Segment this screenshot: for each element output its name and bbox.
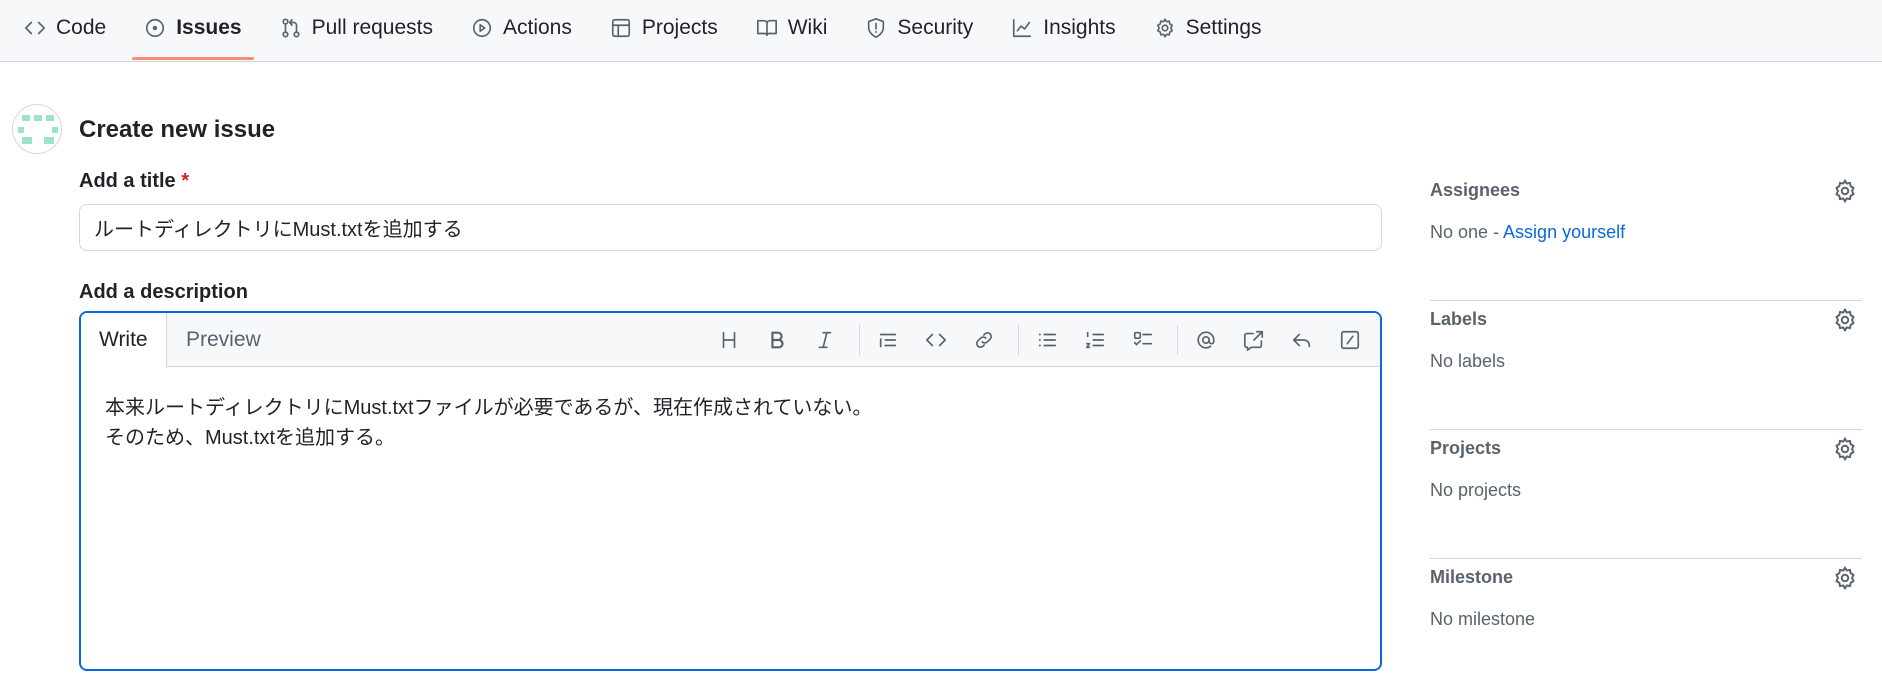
tab-label: Projects xyxy=(641,16,718,39)
tab-security[interactable]: Security xyxy=(853,0,985,56)
reply-icon xyxy=(1292,333,1311,348)
projects-title: Projects xyxy=(1430,438,1502,458)
list-unordered-icon xyxy=(1038,333,1057,347)
identicon-avatar-icon xyxy=(18,115,58,144)
play-icon xyxy=(472,18,492,38)
title-input[interactable] xyxy=(79,204,1382,251)
toolbar-divider xyxy=(1018,325,1019,355)
projects-value: No projects xyxy=(1430,480,1522,500)
assignees-settings-button[interactable] xyxy=(1832,178,1862,208)
assign-yourself-link[interactable]: Assign yourself xyxy=(1503,222,1625,242)
gear-icon xyxy=(1835,307,1855,333)
milestone-title: Milestone xyxy=(1430,567,1514,587)
link-button[interactable] xyxy=(964,321,1004,359)
cross-reference-icon xyxy=(1244,330,1264,351)
heading-icon xyxy=(722,331,736,349)
list-ordered-icon xyxy=(1085,331,1105,349)
title-label-text: Add a title xyxy=(79,170,176,192)
projects-settings-button[interactable] xyxy=(1832,436,1862,466)
quote-icon xyxy=(879,333,897,348)
italic-icon xyxy=(818,331,832,349)
tab-insights[interactable]: Insights xyxy=(999,0,1127,56)
table-icon xyxy=(611,18,630,38)
tab-label: Security xyxy=(897,16,974,39)
assignees-value: No one - Assign yourself xyxy=(1430,222,1625,243)
description-textarea[interactable]: 本来ルートディレクトリにMust.txtファイルが必要であるが、現在作成されてい… xyxy=(81,367,1380,667)
tab-code[interactable]: Code xyxy=(12,0,118,56)
avatar[interactable] xyxy=(12,104,62,154)
task-list-button[interactable] xyxy=(1123,321,1163,359)
saved-reply-button[interactable] xyxy=(1282,321,1322,359)
labels-section: Labels No labels xyxy=(1430,301,1862,430)
milestone-settings-button[interactable] xyxy=(1832,565,1862,595)
labels-title: Labels xyxy=(1430,309,1488,329)
repo-nav: Code Issues Pull requests Actions Projec… xyxy=(0,0,1882,62)
required-mark: * xyxy=(181,170,190,192)
editor-header: Write Preview xyxy=(81,313,1380,368)
milestone-value: No milestone xyxy=(1430,609,1536,629)
tab-label: Code xyxy=(56,16,107,39)
description-line: そのため、Must.txtを追加する。 xyxy=(105,427,396,449)
shield-icon xyxy=(868,18,885,38)
code-icon xyxy=(25,21,45,35)
assignees-section: Assignees No one - Assign yourself xyxy=(1430,172,1862,301)
ordered-list-button[interactable] xyxy=(1075,321,1115,359)
reference-button[interactable] xyxy=(1234,321,1274,359)
tab-label: Insights xyxy=(1043,16,1116,39)
bold-button[interactable] xyxy=(757,321,797,359)
italic-button[interactable] xyxy=(805,321,845,359)
title-label: Add a title * xyxy=(79,170,189,193)
tab-actions[interactable]: Actions xyxy=(459,0,584,56)
tab-settings[interactable]: Settings xyxy=(1142,0,1274,56)
description-line: 本来ルートディレクトリにMust.txtファイルが必要であるが、現在作成されてい… xyxy=(105,397,873,419)
milestone-section: Milestone No milestone xyxy=(1430,559,1862,688)
unordered-list-button[interactable] xyxy=(1027,321,1067,359)
slash-command-icon xyxy=(1340,330,1360,350)
tab-preview[interactable]: Preview xyxy=(168,313,279,367)
issue-opened-icon xyxy=(146,18,165,38)
pull-request-icon xyxy=(281,18,300,38)
tab-label: Issues xyxy=(176,16,242,39)
labels-settings-button[interactable] xyxy=(1832,307,1862,337)
tab-projects[interactable]: Projects xyxy=(598,0,730,56)
toolbar-divider xyxy=(859,325,860,355)
description-editor: Write Preview 本来ルートディレクトリにMust.txtファイルが必… xyxy=(79,311,1382,671)
tab-write[interactable]: Write xyxy=(81,313,167,368)
gear-icon xyxy=(1835,436,1855,462)
page-title: Create new issue xyxy=(79,116,276,143)
repo-tabs: Code Issues Pull requests Actions Projec… xyxy=(12,0,1288,62)
link-icon xyxy=(975,331,993,349)
labels-value: No labels xyxy=(1430,351,1506,371)
mention-button[interactable] xyxy=(1186,321,1226,359)
book-icon xyxy=(756,19,777,37)
assignees-empty-text: No one - xyxy=(1430,222,1504,242)
graph-icon xyxy=(1013,18,1032,38)
gear-icon xyxy=(1835,178,1855,204)
issue-sidebar: Assignees No one - Assign yourself Label… xyxy=(1430,172,1862,688)
code-button[interactable] xyxy=(916,321,956,359)
code-icon xyxy=(926,333,946,347)
tasklist-icon xyxy=(1133,331,1153,346)
heading-button[interactable] xyxy=(709,321,749,359)
description-label: Add a description xyxy=(79,281,248,303)
quote-button[interactable] xyxy=(868,321,908,359)
tab-label: Actions xyxy=(503,16,572,39)
mention-icon xyxy=(1197,331,1215,349)
tab-pull-requests[interactable]: Pull requests xyxy=(268,0,445,56)
tab-label: Wiki xyxy=(787,16,828,39)
tab-label: Pull requests xyxy=(311,16,433,39)
tab-label: Settings xyxy=(1185,16,1262,39)
slash-command-button[interactable] xyxy=(1330,321,1370,359)
bold-icon xyxy=(771,331,784,349)
gear-icon xyxy=(1156,18,1173,38)
tab-wiki[interactable]: Wiki xyxy=(744,0,840,56)
assignees-title: Assignees xyxy=(1430,180,1521,200)
markdown-toolbar xyxy=(701,321,1370,359)
projects-section: Projects No projects xyxy=(1430,430,1862,559)
gear-icon xyxy=(1835,565,1855,591)
tab-issues[interactable]: Issues xyxy=(132,0,254,60)
toolbar-divider xyxy=(1177,325,1178,355)
